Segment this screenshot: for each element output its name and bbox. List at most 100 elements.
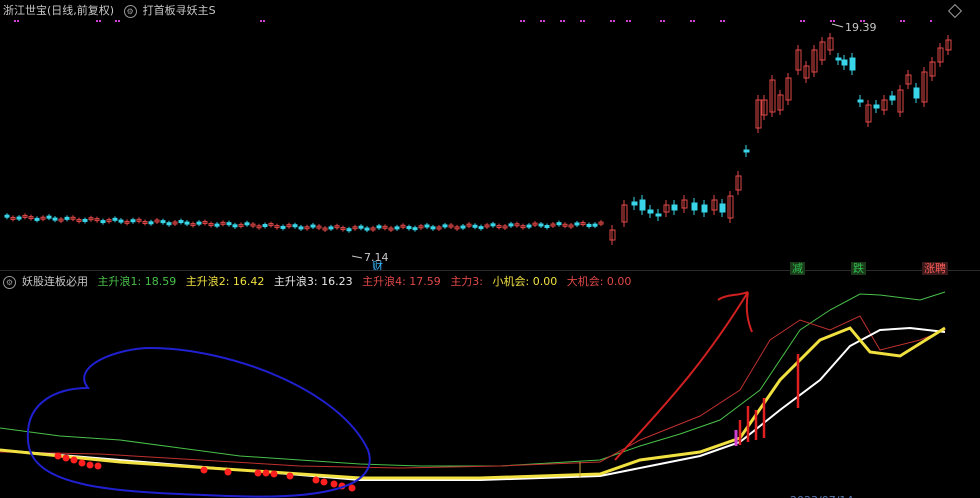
candle-body [130,219,136,223]
finance-marker: 财 [372,259,383,270]
candle-body [701,204,708,213]
candle-body [100,220,106,224]
series-line-zsl3 [0,326,946,481]
candle-body [544,225,550,229]
candle-body [913,87,920,99]
signal-dot [723,20,725,22]
signal-dot [613,20,615,22]
candle-body [691,202,698,211]
signal-dot [800,20,802,22]
signal-dot [115,20,117,22]
signal-dot [270,470,278,478]
signal-dot [330,480,338,488]
signal-dot [720,20,722,22]
indicator-chart[interactable]: 2023/07/14 [0,270,980,498]
candle-body [478,226,484,230]
low-price-pointer [351,255,363,259]
signal-dot [70,456,78,464]
signal-dot [830,20,832,22]
signal-dot [86,461,94,469]
signal-dot [14,20,16,22]
candle-body [526,224,532,228]
candle-body [424,224,430,228]
candle-body [592,223,598,227]
signal-dot [690,20,692,22]
candle-body [574,222,580,226]
signal-dot [62,454,70,462]
signal-dot [660,20,662,22]
candle-body [841,59,848,66]
candle-body [719,203,726,213]
signal-dot [286,472,294,480]
candle-body [160,220,166,224]
candle-body [743,149,750,153]
candle-body [148,221,154,225]
candle-body [556,222,562,226]
signal-dot [626,20,628,22]
high-price-pointer [831,23,844,28]
signal-dot [78,459,86,467]
candle-body [244,222,250,226]
candle-body [358,225,364,229]
candle-body [82,218,88,222]
candle-body [16,216,22,220]
candle-body [292,224,298,228]
signal-dot [224,468,232,476]
candle-body [178,220,184,224]
candle-body [460,225,466,229]
signal-dot [254,469,262,477]
signal-dot [17,20,19,22]
candle-body [873,104,880,109]
candle-body [849,57,856,71]
signal-dot [96,20,98,22]
candle-body [671,204,678,211]
kline-chart[interactable]: 19.397.14财 [0,0,980,270]
candle-body [538,223,544,227]
candle-body [46,215,52,219]
signal-dot [629,20,631,22]
signal-dot [583,20,585,22]
candle-body [889,95,896,101]
candle-body [310,224,316,228]
candle-body [406,226,412,230]
signal-dot [118,20,120,22]
candle-body [490,223,496,227]
signal-dot [54,452,62,460]
candle-body [639,199,646,211]
candle-body [262,224,268,228]
signal-dot [200,466,208,474]
candle-body [4,214,10,218]
candle-body [232,224,238,228]
candle-body [214,223,220,227]
signal-dot [260,20,262,22]
signal-dot [930,20,932,22]
candle-body [394,226,400,230]
signal-dot [99,20,101,22]
signal-dot [900,20,902,22]
signal-dot [833,20,835,22]
candle-body [835,57,842,61]
signal-dot [663,20,665,22]
candle-body [196,221,202,225]
signal-dot [94,462,102,470]
candle-body [184,221,190,225]
signal-dot [903,20,905,22]
bottom-date: 2023/07/14 [790,494,853,498]
candle-body [166,222,172,226]
candle-body [655,213,662,217]
candle-body [586,223,592,227]
candle-body [472,224,478,228]
candle-body [52,217,58,221]
signal-dot [560,20,562,22]
signal-dot [803,20,805,22]
candle-body [430,226,436,230]
candle-body [364,227,370,231]
candle-body [34,217,40,221]
candle-body [631,201,638,206]
signal-dot [263,20,265,22]
signal-dot [540,20,542,22]
signal-dot [580,20,582,22]
signal-dot [262,469,270,477]
candle-body [298,226,304,230]
candle-body [118,219,124,223]
